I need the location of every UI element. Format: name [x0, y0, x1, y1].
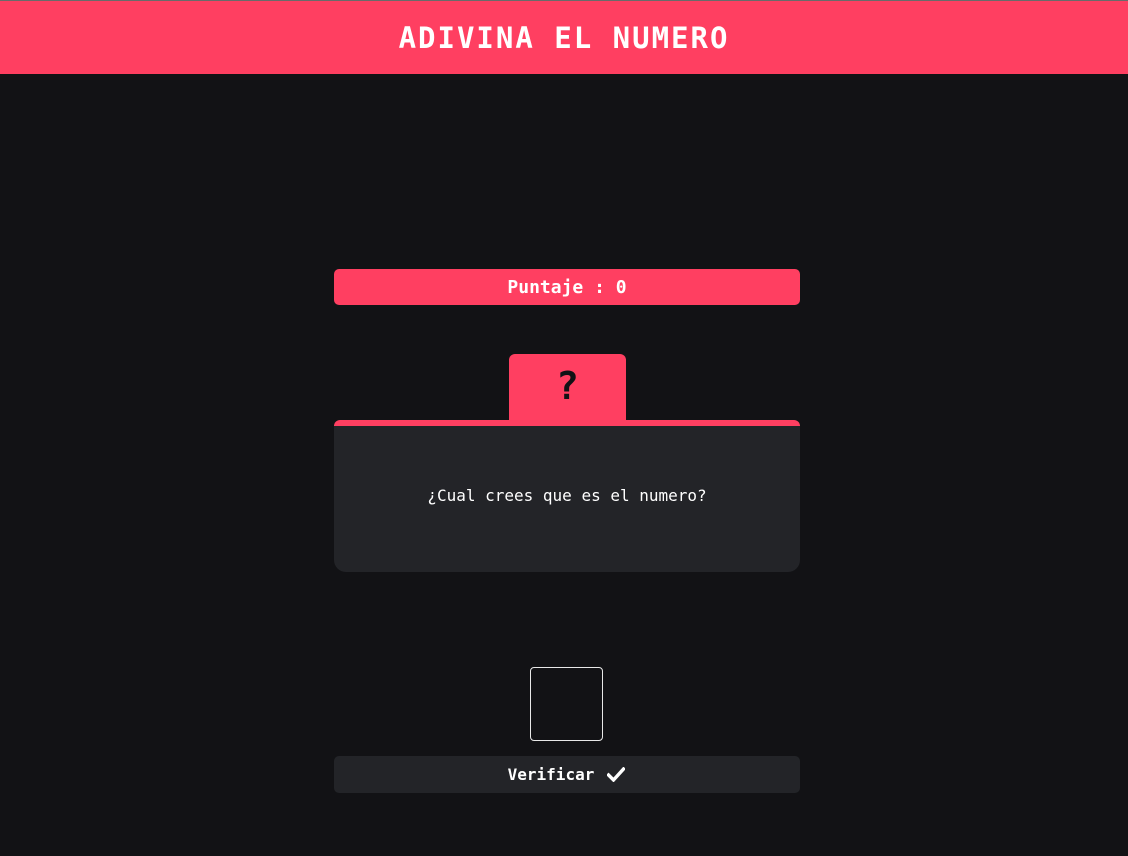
verify-button[interactable]: Verificar: [334, 756, 800, 793]
score-label: Puntaje : 0: [507, 276, 627, 298]
score-bar: Puntaje : 0: [334, 269, 800, 305]
prompt-card: ¿Cual crees que es el numero?: [334, 420, 800, 572]
verify-button-label: Verificar: [507, 765, 595, 784]
mystery-symbol: ?: [556, 364, 579, 408]
prompt-text: ¿Cual crees que es el numero?: [427, 485, 707, 505]
check-icon: [606, 765, 626, 785]
mystery-number-tab: ?: [509, 354, 626, 424]
page-title: ADIVINA EL NUMERO: [398, 20, 730, 55]
guess-input[interactable]: [530, 667, 603, 741]
app-header: ADIVINA EL NUMERO: [0, 0, 1128, 74]
